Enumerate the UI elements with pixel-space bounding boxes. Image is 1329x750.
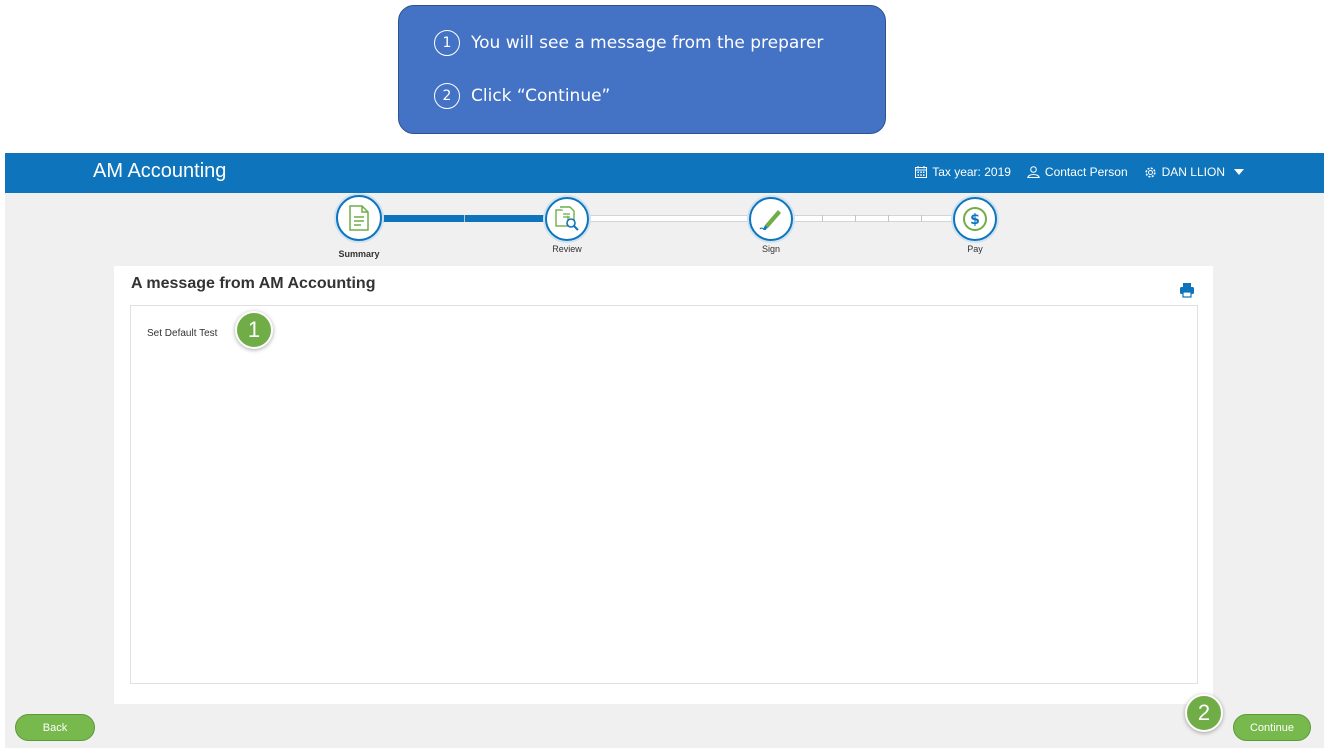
step-pay-label: Pay xyxy=(967,244,983,254)
gear-icon xyxy=(1145,166,1156,178)
calendar-icon xyxy=(915,166,928,178)
top-header: AM Accounting Tax year: 2019 Contact Per… xyxy=(5,153,1324,193)
step-sign-label: Sign xyxy=(761,244,780,254)
callout-step-2: 2 Click “Continue” xyxy=(434,83,610,109)
marker-2: 2 xyxy=(1185,694,1223,732)
step-review-label: Review xyxy=(552,244,582,254)
review-document-icon xyxy=(555,206,579,231)
dollar-icon: $ xyxy=(963,207,987,231)
progress-tick xyxy=(888,215,889,222)
back-button[interactable]: Back xyxy=(15,714,95,741)
progress-tick xyxy=(464,215,465,222)
pen-icon xyxy=(759,210,781,231)
marker-1: 1 xyxy=(235,311,273,349)
print-button[interactable] xyxy=(1179,282,1195,303)
document-icon xyxy=(349,205,369,231)
tax-year-selector[interactable]: Tax year: 2019 xyxy=(915,165,1011,179)
brand-name: AM Accounting xyxy=(93,160,227,182)
user-menu[interactable]: DAN LLION xyxy=(1144,165,1244,179)
message-panel: A message from AM Accounting Set Default… xyxy=(114,266,1213,704)
user-name: DAN LLION xyxy=(1161,165,1225,179)
print-icon xyxy=(1180,283,1194,298)
step-summary[interactable] xyxy=(336,195,382,241)
svg-text:$: $ xyxy=(970,212,980,228)
header-right: Tax year: 2019 Contact Person DAN LLION xyxy=(915,165,1244,179)
person-icon xyxy=(1027,166,1040,178)
continue-button[interactable]: Continue xyxy=(1233,714,1311,741)
step-number-1: 1 xyxy=(434,30,460,56)
callout-step-2-text: Click “Continue” xyxy=(471,86,611,106)
progress-stepper: Summary Review Sign $ Pay xyxy=(0,193,1329,263)
progress-tick xyxy=(855,215,856,222)
step-pay[interactable]: $ xyxy=(953,197,997,241)
step-summary-label: Summary xyxy=(338,249,380,259)
message-box: Set Default Test xyxy=(130,305,1198,684)
step-number-2: 2 xyxy=(434,83,460,109)
message-text: Set Default Test xyxy=(147,328,218,339)
chevron-down-icon xyxy=(1234,169,1244,175)
instruction-callout: 1 You will see a message from the prepar… xyxy=(398,5,886,134)
tax-year-label: Tax year: 2019 xyxy=(932,165,1011,179)
callout-step-1: 1 You will see a message from the prepar… xyxy=(434,30,823,56)
contact-person-label: Contact Person xyxy=(1044,165,1128,179)
step-sign[interactable] xyxy=(749,197,793,241)
page-title: A message from AM Accounting xyxy=(131,275,376,292)
progress-tick xyxy=(822,215,823,222)
step-review[interactable] xyxy=(545,197,589,241)
progress-tick xyxy=(921,215,922,222)
contact-person-link[interactable]: Contact Person xyxy=(1027,165,1128,179)
callout-step-1-text: You will see a message from the preparer xyxy=(471,33,824,53)
